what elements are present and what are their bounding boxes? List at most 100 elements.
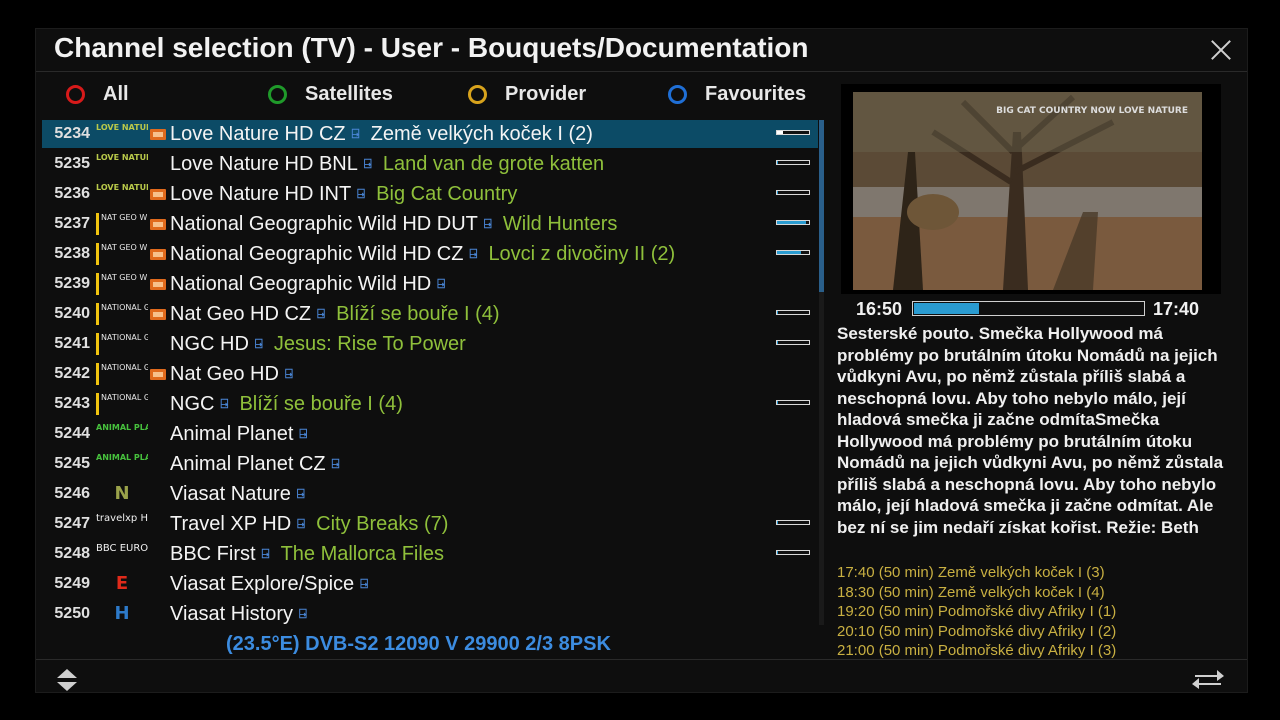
channel-list[interactable]: 5234 LOVE NATURE Love Nature HD CZ ⍈ Země ve… — [42, 120, 818, 630]
channel-name: National Geographic Wild HD — [170, 272, 432, 295]
channel-row[interactable]: 5242 NATIONAL GEOGRAPHIC CHANNEL Nat Geo H… — [42, 360, 818, 388]
channel-name: Love Nature HD CZ — [170, 122, 346, 145]
channel-logo: NAT GEO WILD — [96, 213, 148, 235]
program-progress-bar — [776, 220, 810, 225]
channel-number: 5240 — [54, 305, 90, 322]
channel-row[interactable]: 5248 BBC EUROPE BBC First ⍈ The Mallorca Fil… — [42, 540, 818, 568]
channel-row[interactable]: 5240 NATIONAL GEOGRAPHIC CHANNEL Nat Geo H… — [42, 300, 818, 328]
hd-flag-icon — [150, 128, 166, 140]
hd-flag-icon — [150, 429, 166, 440]
satellite-dish-icon: ⍈ — [483, 216, 492, 231]
hd-flag-icon — [150, 368, 166, 380]
channel-list-scrollbar[interactable] — [819, 120, 824, 625]
transponder-info: (23.5°E) DVB-S2 12090 V 29900 2/3 8PSK — [226, 633, 611, 655]
blue-ring-icon — [668, 84, 687, 104]
bottom-bar — [36, 659, 1247, 695]
current-program: Wild Hunters — [502, 212, 618, 235]
channel-logo: travelxp HD — [96, 513, 148, 524]
channel-number: 5249 — [54, 575, 90, 592]
channel-row[interactable]: 5247 travelxp HD Travel XP HD ⍈ City Breaks … — [42, 510, 818, 538]
channel-row[interactable]: 5241 NATIONAL GEOGRAPHIC CHANNEL NGC HD ⍈ Je… — [42, 330, 818, 358]
hd-flag-icon — [150, 519, 166, 530]
channel-row[interactable]: 5244 ANIMAL PLANET Animal Planet ⍈ — [42, 420, 818, 448]
current-program: Jesus: Rise To Power — [273, 332, 466, 355]
program-progress-bar — [776, 130, 810, 135]
yellow-key-provider[interactable]: Provider — [468, 81, 586, 107]
channel-row[interactable]: 5250 H Viasat History ⍈ — [42, 600, 818, 628]
channel-name: National Geographic Wild HD DUT — [170, 212, 478, 235]
satellite-dish-icon: ⍈ — [331, 456, 340, 471]
channel-name: Animal Planet — [170, 422, 294, 445]
current-program: Big Cat Country — [376, 182, 518, 205]
channel-number: 5237 — [54, 215, 90, 232]
hd-flag-icon — [150, 159, 166, 170]
channel-row[interactable]: 5246 N Viasat Nature ⍈ — [42, 480, 818, 508]
channel-row[interactable]: 5245 ANIMAL PLANET Animal Planet CZ ⍈ — [42, 450, 818, 478]
green-key-satellites[interactable]: Satellites — [268, 81, 393, 107]
channel-logo: H — [114, 603, 130, 624]
close-icon[interactable] — [1209, 38, 1233, 62]
satellite-dish-icon: ⍈ — [261, 546, 270, 561]
program-progress-bar — [776, 520, 810, 525]
channel-name: BBC First — [170, 542, 256, 565]
channel-logo: NATIONAL GEOGRAPHIC CHANNEL — [96, 303, 148, 325]
program-progress-bar — [776, 160, 810, 165]
hd-flag-icon — [150, 218, 166, 230]
channel-logo: NAT GEO WILD — [96, 243, 148, 265]
satellite-dish-icon: ⍈ — [351, 126, 360, 141]
event-progress-fill — [914, 303, 979, 314]
channel-row[interactable]: 5236 LOVE NATURE Love Nature HD INT ⍈ Big Ca… — [42, 180, 818, 208]
upcoming-event: 19:20 (50 min) Podmořské divy Afriky I (… — [837, 603, 1117, 620]
channel-row[interactable]: 5237 NAT GEO WILD National Geographic Wild… — [42, 210, 818, 238]
upcoming-event: 21:00 (50 min) Podmořské divy Afriky I (… — [837, 642, 1117, 659]
channel-row[interactable]: 5239 NAT GEO WILD National Geographic Wild… — [42, 270, 818, 298]
channel-logo: ANIMAL PLANET — [96, 423, 148, 432]
satellite-dish-icon: ⍈ — [220, 396, 229, 411]
channel-row[interactable]: 5249 E Viasat Explore/Spice ⍈ — [42, 570, 818, 598]
upcoming-event: 20:10 (50 min) Podmořské divy Afriky I (… — [837, 622, 1117, 640]
hd-flag-icon — [150, 308, 166, 320]
yellow-key-label: Provider — [505, 82, 587, 105]
satellite-dish-icon: ⍈ — [317, 306, 325, 321]
channel-row[interactable]: 5235 LOVE NATURE Love Nature HD BNL ⍈ Land v… — [42, 150, 818, 178]
channel-name: National Geographic Wild HD CZ — [170, 242, 464, 265]
swap-arrows-icon[interactable] — [1191, 668, 1225, 690]
title-bar: Channel selection (TV) - User - Bouquets… — [36, 29, 1247, 72]
hd-flag-icon — [150, 609, 166, 620]
savanna-scene-image — [853, 92, 1202, 290]
channel-row[interactable]: 5234 LOVE NATURE Love Nature HD CZ ⍈ Země ve… — [42, 120, 818, 148]
upcoming-events: 17:40 (50 min) Země velkých koček I (3) … — [837, 563, 1237, 661]
channel-row[interactable]: 5238 NAT GEO WILD National Geographic Wild… — [42, 240, 818, 268]
blue-key-favourites[interactable]: Favourites — [668, 81, 806, 107]
channel-name: Viasat History — [170, 602, 294, 625]
satellite-dish-icon: ⍈ — [299, 426, 308, 441]
up-down-arrows-icon[interactable] — [56, 668, 78, 692]
program-progress-fill — [777, 251, 801, 254]
channel-number: 5247 — [54, 515, 90, 532]
program-progress-fill — [777, 521, 778, 524]
satellite-dish-icon: ⍈ — [363, 156, 372, 171]
program-progress-bar — [776, 190, 810, 195]
current-program: Země velkých koček I (2) — [370, 122, 593, 145]
red-key-label: All — [103, 82, 129, 105]
upcoming-event: 17:40 (50 min) Země velkých koček I (3) — [837, 564, 1105, 581]
satellite-dish-icon: ⍈ — [296, 486, 305, 501]
program-progress-fill — [777, 191, 778, 194]
red-ring-icon — [66, 84, 85, 104]
video-preview: BIG CAT COUNTRY NOW LOVE NATURE — [841, 84, 1221, 294]
satellite-dish-icon: ⍈ — [437, 276, 446, 291]
hd-flag-icon — [150, 549, 166, 560]
channel-logo: NATIONAL GEOGRAPHIC CHANNEL — [96, 393, 148, 415]
channel-name: Viasat Nature — [170, 482, 291, 505]
channel-number: 5238 — [54, 245, 90, 262]
current-program: Blíží se bouře I (4) — [239, 392, 403, 415]
satellite-dish-icon: ⍈ — [299, 606, 307, 621]
scrollbar-thumb[interactable] — [819, 120, 824, 292]
channel-logo: NAT GEO WILD — [96, 273, 148, 295]
red-key-all[interactable]: All — [66, 81, 129, 107]
program-progress-fill — [777, 341, 778, 344]
channel-row[interactable]: 5243 NATIONAL GEOGRAPHIC CHANNEL NGC ⍈ Blíží… — [42, 390, 818, 418]
channel-name: Love Nature HD BNL — [170, 152, 358, 175]
satellite-dish-icon: ⍈ — [469, 246, 478, 261]
channel-number: 5239 — [54, 275, 90, 292]
